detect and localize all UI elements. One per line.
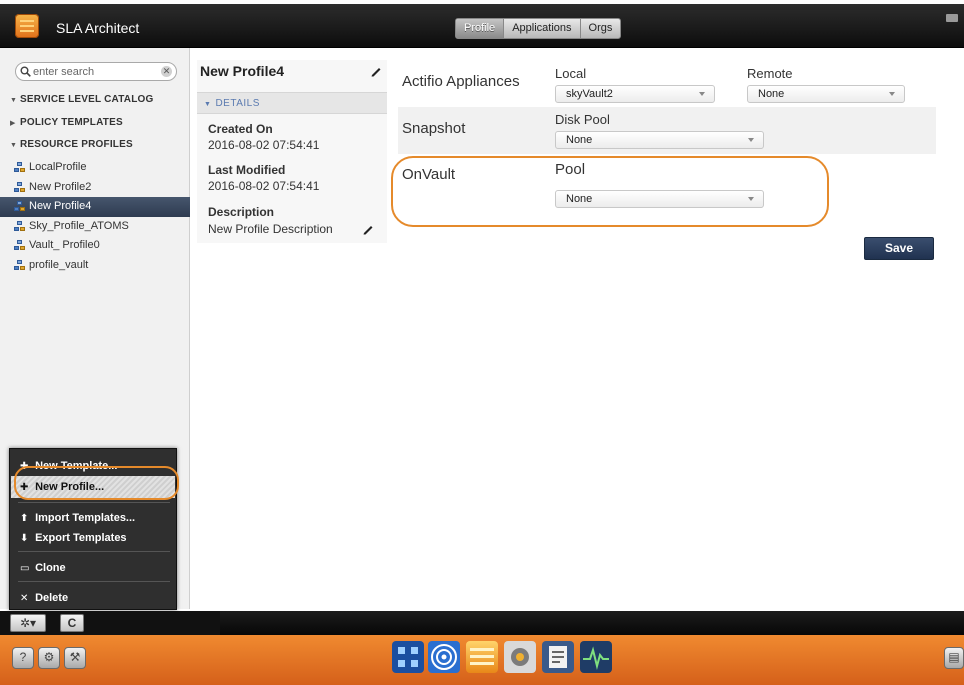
search-icon [20,66,31,77]
grid-icon [398,647,418,667]
edit-description-pencil-icon[interactable] [362,223,374,235]
tools-button[interactable]: ⚒ [64,647,86,669]
onvault-highlight [391,156,829,227]
profile-item-new-profile2[interactable]: New Profile2 [0,178,190,198]
chevron-down-icon [889,92,895,96]
menu-item-delete[interactable]: ✕ Delete [11,587,175,609]
minimize-icon[interactable] [946,14,958,22]
local-label: Local [555,66,587,81]
chevron-down-icon [699,92,705,96]
tab-applications[interactable]: Applications [504,19,581,38]
tree-service-level-catalog[interactable]: ▼ SERVICE LEVEL CATALOG [10,94,153,105]
disk-pool-label: Disk Pool [555,112,610,127]
collapsed-arrow-icon: ▶ [10,120,16,127]
dock-app-sla-architect[interactable] [466,641,498,673]
last-modified-label: Last Modified [208,163,286,177]
dock-app-app-manager[interactable] [504,641,536,673]
actifio-appliances-label: Actifio Appliances [402,73,520,90]
profile-icon [14,162,26,173]
search-input[interactable] [33,65,153,79]
dock-app-report-manager[interactable] [542,641,574,673]
search-box: ✕ [15,62,177,81]
book-icon: ▤ [948,650,960,664]
title-bar: SLA Architect Profile Applications Orgs [0,4,964,48]
profile-icon [14,220,26,232]
save-button[interactable]: Save [864,237,934,260]
profile-item-new-profile4[interactable]: New Profile4 [0,197,190,217]
tab-profile[interactable]: Profile [456,19,505,38]
settings-button[interactable]: ⚙ [38,647,60,669]
tree-policy-templates[interactable]: ▶ POLICY TEMPLATES [10,117,123,128]
target-icon [431,644,457,670]
app-dock: ? ⚙ ⚒ ▤ [0,635,964,685]
profile-item-vault-profile0[interactable]: Vault_ Profile0 [0,236,190,256]
disk-pool-select[interactable]: None [555,131,764,149]
last-modified-value: 2016-08-02 07:54:41 [208,179,320,193]
menu-item-export-templates[interactable]: ⬇ Export Templates [11,527,175,549]
dock-app-sla-monitor[interactable] [428,641,460,673]
profile-item-localprofile[interactable]: LocalProfile [0,158,190,178]
tree-resource-profiles[interactable]: ▼ RESOURCE PROFILES [10,139,133,150]
expanded-arrow-icon: ▼ [10,142,18,149]
clear-search-icon[interactable]: ✕ [161,66,172,77]
dock-app-domain-manager[interactable] [392,641,424,673]
help-button[interactable]: ? [12,647,34,669]
remote-label: Remote [747,66,793,81]
status-strip [220,611,964,635]
clone-icon: ▭ [20,563,30,574]
menu-divider [18,581,170,582]
help-icon: ? [19,650,27,664]
description-value: New Profile Description [208,222,333,236]
profile-list: LocalProfile New Profile2 New Profile4 S… [0,158,190,275]
profile-icon [14,181,26,193]
profile-title: New Profile4 [200,63,285,79]
menu-divider [18,502,170,503]
description-label: Description [208,205,275,219]
created-on-value: 2016-08-02 07:54:41 [208,138,320,152]
expanded-arrow-icon: ▼ [204,101,212,108]
menu-item-import-templates[interactable]: ⬆ Import Templates... [11,507,175,529]
gear-icon: ⚙ [43,650,55,664]
created-on-label: Created On [208,122,273,136]
tab-orgs[interactable]: Orgs [581,19,621,38]
arrow-down-icon: ⬇ [20,533,29,544]
sla-architect-logo-icon [15,14,39,38]
new-profile-highlight [14,466,179,500]
menu-divider [18,551,170,552]
profile-item-sky-profile-atoms[interactable]: Sky_Profile_ATOMS [0,217,190,237]
app-title: SLA Architect [56,20,140,36]
stack-icon [470,648,494,665]
profile-icon [14,259,26,271]
menu-item-clone[interactable]: ▭ Clone [11,557,175,579]
notes-button[interactable]: ▤ [944,647,964,669]
profile-item-profile-vault[interactable]: profile_vault [0,256,190,276]
heartbeat-icon [583,646,609,670]
profile-detail-panel: New Profile4 ▼ DETAILS Created On 2016-08… [197,60,387,243]
wrench-icon: ⚒ [69,650,81,664]
profile-icon [14,201,26,212]
x-icon: ✕ [20,593,29,604]
details-section-header[interactable]: ▼ DETAILS [197,92,387,114]
remote-appliance-select[interactable]: None [747,85,905,103]
chevron-down-icon [748,138,754,142]
refresh-button[interactable]: C [60,614,84,632]
expanded-arrow-icon: ▼ [10,97,18,104]
profile-icon [14,240,26,251]
report-icon [549,646,567,668]
dock-app-system-monitor[interactable] [580,641,612,673]
gears-icon [511,648,529,666]
gear-menu-button[interactable]: ✲▾ [10,614,46,632]
edit-title-pencil-icon[interactable] [370,65,382,77]
view-tabs: Profile Applications Orgs [455,18,622,39]
local-appliance-select[interactable]: skyVault2 [555,85,715,103]
sidebar-toolbar: ✲▾ C [0,611,220,635]
snapshot-label: Snapshot [402,120,466,137]
